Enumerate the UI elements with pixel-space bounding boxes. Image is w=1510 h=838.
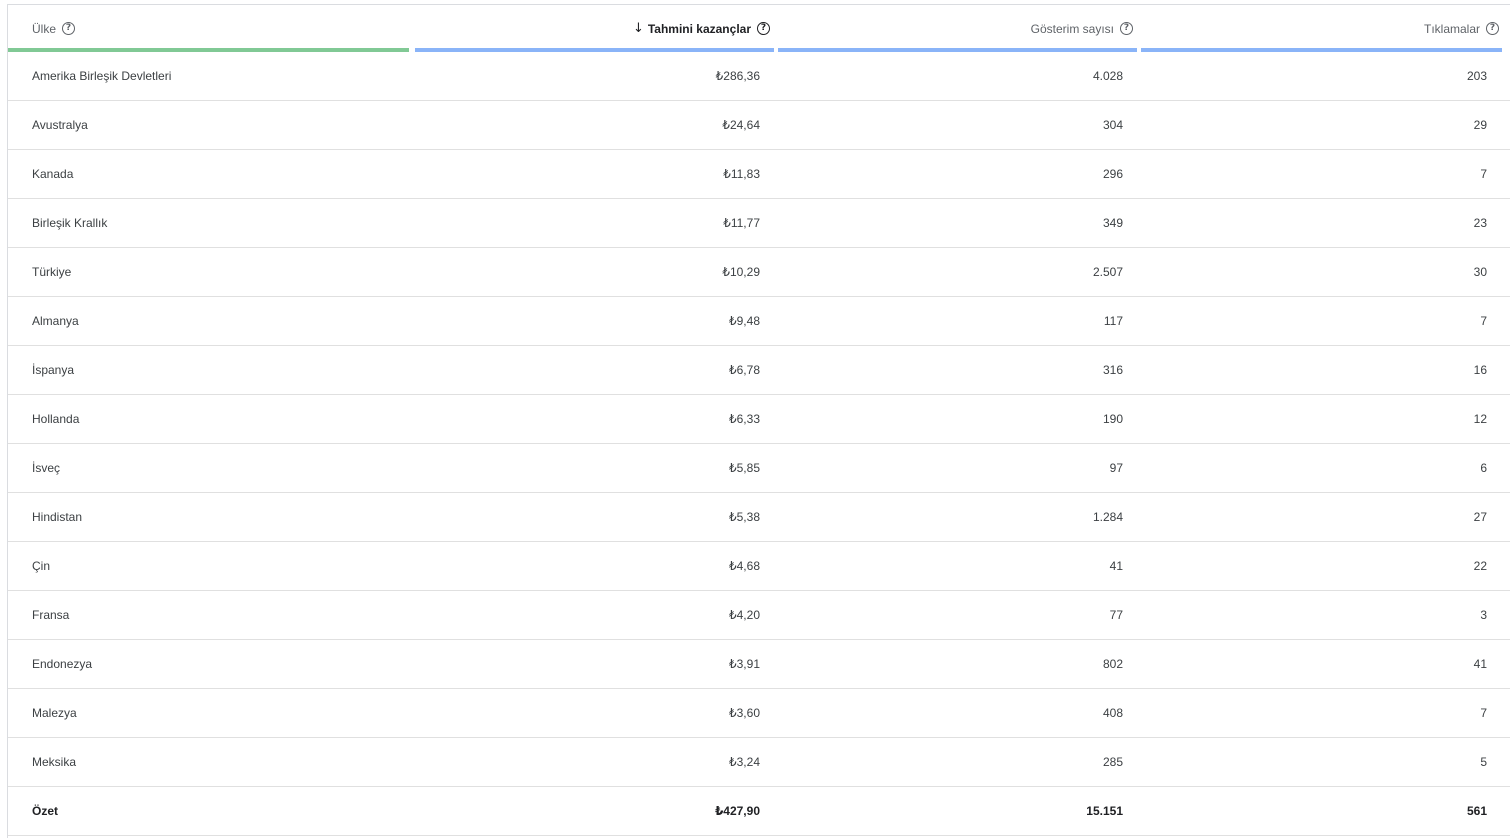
impressions-cell: 349 <box>776 199 1139 248</box>
country-cell: Hindistan <box>8 493 413 542</box>
summary-clicks: 561 <box>1139 787 1510 836</box>
table-row[interactable]: Hindistan ₺5,38 1.284 27 <box>8 493 1510 542</box>
column-header-earnings[interactable]: ↓ Tahmini kazançlar ? <box>413 5 776 52</box>
clicks-cell: 23 <box>1139 199 1510 248</box>
clicks-cell: 5 <box>1139 738 1510 787</box>
clicks-cell: 6 <box>1139 444 1510 493</box>
earnings-cell: ₺5,38 <box>413 493 776 542</box>
earnings-cell: ₺10,29 <box>413 248 776 297</box>
country-cell: Türkiye <box>8 248 413 297</box>
column-header-label: Tahmini kazançlar <box>647 21 751 36</box>
country-cell: Kanada <box>8 150 413 199</box>
earnings-cell: ₺24,64 <box>413 101 776 150</box>
country-cell: Hollanda <box>8 395 413 444</box>
impressions-cell: 190 <box>776 395 1139 444</box>
table-row[interactable]: Endonezya ₺3,91 802 41 <box>8 640 1510 689</box>
country-cell: Malezya <box>8 689 413 738</box>
earnings-cell: ₺3,24 <box>413 738 776 787</box>
help-icon[interactable]: ? <box>1486 22 1499 35</box>
summary-row: Özet ₺427,90 15.151 561 <box>8 787 1510 836</box>
earnings-cell: ₺3,91 <box>413 640 776 689</box>
column-header-label: Tıklamalar <box>1423 21 1480 36</box>
clicks-cell: 22 <box>1139 542 1510 591</box>
column-color-bar <box>1141 48 1502 52</box>
arrow-down-icon: ↓ <box>632 21 644 36</box>
impressions-cell: 77 <box>776 591 1139 640</box>
clicks-cell: 27 <box>1139 493 1510 542</box>
column-header-label: Gösterim sayısı <box>1030 21 1114 36</box>
help-icon[interactable]: ? <box>62 22 76 35</box>
earnings-cell: ₺11,77 <box>413 199 776 248</box>
impressions-cell: 408 <box>776 689 1139 738</box>
column-color-bar <box>8 48 409 52</box>
table-row[interactable]: Malezya ₺3,60 408 7 <box>8 689 1510 738</box>
impressions-cell: 802 <box>776 640 1139 689</box>
table-row[interactable]: İsveç ₺5,85 97 6 <box>8 444 1510 493</box>
summary-earnings: ₺427,90 <box>413 787 776 836</box>
earnings-cell: ₺3,60 <box>413 689 776 738</box>
table-row[interactable]: Amerika Birleşik Devletleri ₺286,36 4.028 2… <box>8 52 1510 101</box>
clicks-cell: 203 <box>1139 52 1510 101</box>
country-cell: Amerika Birleşik Devletleri <box>8 52 413 101</box>
clicks-cell: 12 <box>1139 395 1510 444</box>
impressions-cell: 316 <box>776 346 1139 395</box>
earnings-cell: ₺6,78 <box>413 346 776 395</box>
summary-impressions: 15.151 <box>776 787 1139 836</box>
earnings-cell: ₺5,85 <box>413 444 776 493</box>
country-cell: İspanya <box>8 346 413 395</box>
country-report-table: Ülke ? ↓ Tahmini kazançlar ? Gösterim sa… <box>8 5 1510 836</box>
column-color-bar <box>415 48 774 52</box>
column-color-bar <box>778 48 1137 52</box>
summary-label: Özet <box>8 787 413 836</box>
country-cell: Çin <box>8 542 413 591</box>
impressions-cell: 97 <box>776 444 1139 493</box>
clicks-cell: 16 <box>1139 346 1510 395</box>
table-row[interactable]: Hollanda ₺6,33 190 12 <box>8 395 1510 444</box>
earnings-cell: ₺11,83 <box>413 150 776 199</box>
country-cell: İsveç <box>8 444 413 493</box>
impressions-cell: 304 <box>776 101 1139 150</box>
earnings-cell: ₺4,20 <box>413 591 776 640</box>
earnings-cell: ₺4,68 <box>413 542 776 591</box>
clicks-cell: 7 <box>1139 297 1510 346</box>
impressions-cell: 285 <box>776 738 1139 787</box>
table-row[interactable]: Fransa ₺4,20 77 3 <box>8 591 1510 640</box>
impressions-cell: 117 <box>776 297 1139 346</box>
country-cell: Endonezya <box>8 640 413 689</box>
clicks-cell: 7 <box>1139 689 1510 738</box>
table-row[interactable]: İspanya ₺6,78 316 16 <box>8 346 1510 395</box>
impressions-cell: 41 <box>776 542 1139 591</box>
clicks-cell: 7 <box>1139 150 1510 199</box>
earnings-cell: ₺286,36 <box>413 52 776 101</box>
country-cell: Avustralya <box>8 101 413 150</box>
column-header-impressions[interactable]: Gösterim sayısı ? <box>776 5 1139 52</box>
clicks-cell: 41 <box>1139 640 1510 689</box>
clicks-cell: 30 <box>1139 248 1510 297</box>
table-row[interactable]: Almanya ₺9,48 117 7 <box>8 297 1510 346</box>
column-header-clicks[interactable]: Tıklamalar ? <box>1139 5 1510 52</box>
help-icon[interactable]: ? <box>1120 22 1133 35</box>
table-row[interactable]: Kanada ₺11,83 296 7 <box>8 150 1510 199</box>
impressions-cell: 4.028 <box>776 52 1139 101</box>
clicks-cell: 3 <box>1139 591 1510 640</box>
impressions-cell: 1.284 <box>776 493 1139 542</box>
help-icon[interactable]: ? <box>757 22 770 35</box>
country-cell: Almanya <box>8 297 413 346</box>
earnings-cell: ₺6,33 <box>413 395 776 444</box>
table-row[interactable]: Çin ₺4,68 41 22 <box>8 542 1510 591</box>
table-row[interactable]: Birleşik Krallık ₺11,77 349 23 <box>8 199 1510 248</box>
country-cell: Birleşik Krallık <box>8 199 413 248</box>
impressions-cell: 296 <box>776 150 1139 199</box>
clicks-cell: 29 <box>1139 101 1510 150</box>
earnings-cell: ₺9,48 <box>413 297 776 346</box>
impressions-cell: 2.507 <box>776 248 1139 297</box>
column-header-label: Ülke <box>32 21 57 36</box>
table-row[interactable]: Avustralya ₺24,64 304 29 <box>8 101 1510 150</box>
country-cell: Meksika <box>8 738 413 787</box>
column-header-country[interactable]: Ülke ? <box>8 5 413 52</box>
table-row[interactable]: Meksika ₺3,24 285 5 <box>8 738 1510 787</box>
table-row[interactable]: Türkiye ₺10,29 2.507 30 <box>8 248 1510 297</box>
country-cell: Fransa <box>8 591 413 640</box>
table-header-row: Ülke ? ↓ Tahmini kazançlar ? Gösterim sa… <box>8 5 1510 52</box>
